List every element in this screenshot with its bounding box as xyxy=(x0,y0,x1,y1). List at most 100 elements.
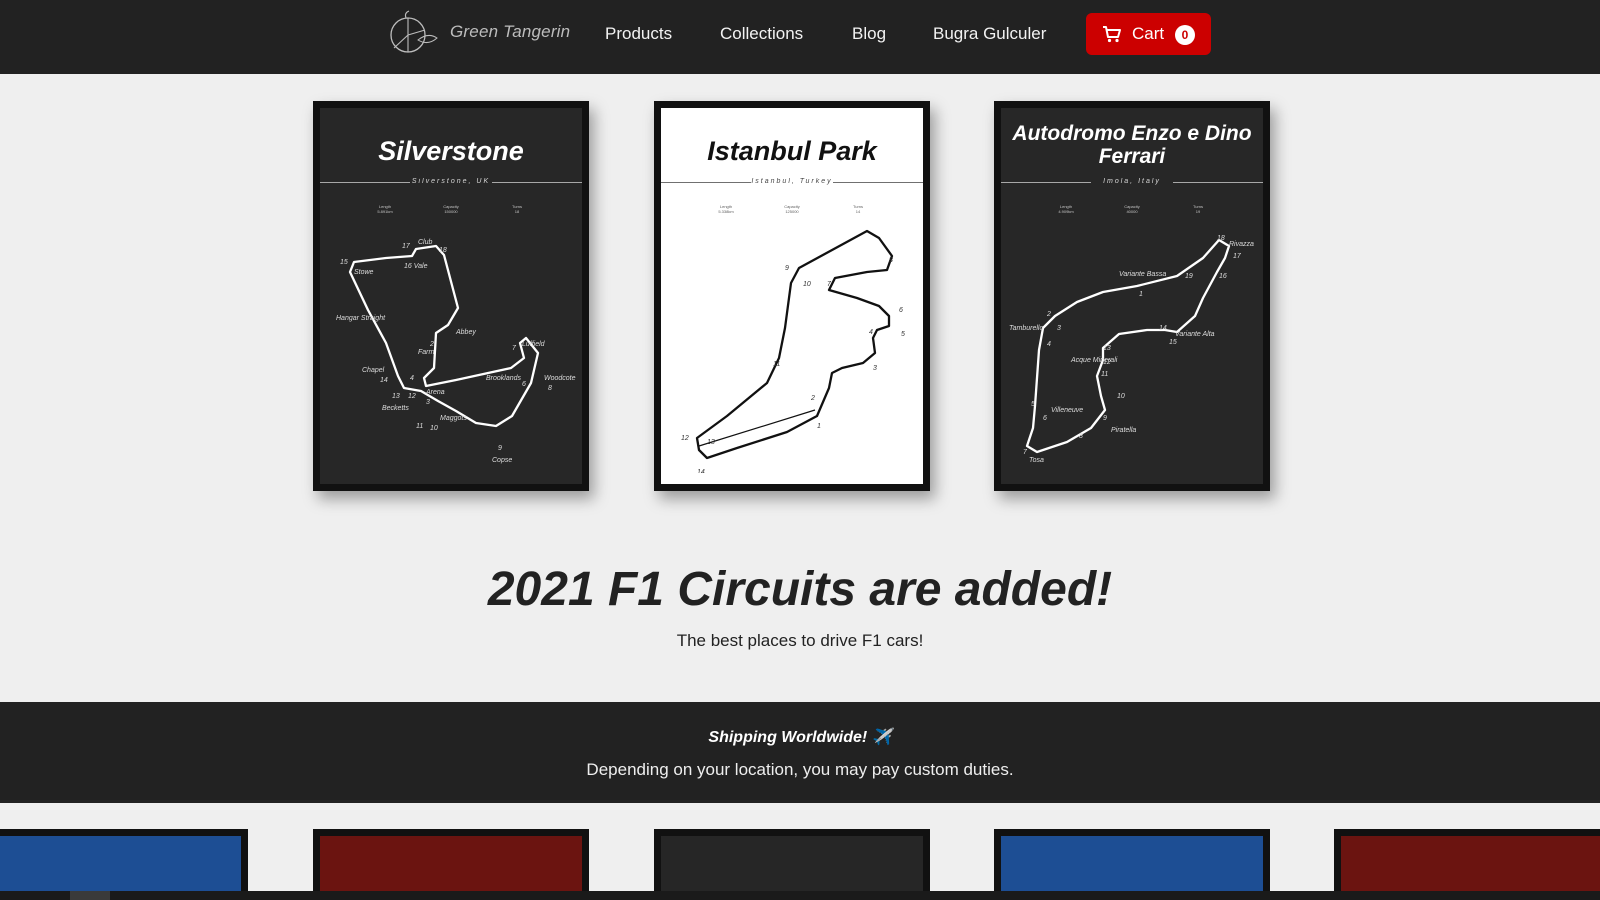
shipping-title: Shipping Worldwide! ✈️ xyxy=(708,729,892,746)
poster-imola[interactable]: Autodromo Enzo e Dino Ferrari Imola, Ita… xyxy=(994,101,1270,491)
track-label: 2 xyxy=(1046,311,1051,318)
track-label: 6 xyxy=(522,381,526,388)
product-frame[interactable] xyxy=(0,829,248,900)
poster-location: Imola, Italy xyxy=(1103,178,1161,185)
track-label: Maggots xyxy=(440,415,467,422)
track-label: 4 xyxy=(410,375,414,382)
product-frame[interactable] xyxy=(654,829,930,900)
track-label: 9 xyxy=(498,445,502,452)
track-label: 12 xyxy=(681,435,689,442)
track-label: Tamburello xyxy=(1009,325,1043,332)
poster-title: Istanbul Park xyxy=(707,136,877,166)
track-label: Becketts xyxy=(382,405,409,412)
nav-products[interactable]: Products xyxy=(605,24,672,44)
taskbar-item[interactable] xyxy=(70,891,110,900)
stat-value: 40000 xyxy=(1126,209,1138,214)
track-label: 2 xyxy=(429,341,434,348)
stat-value: 5.891km xyxy=(377,209,393,214)
cart-button[interactable]: Cart 0 xyxy=(1086,13,1211,55)
poster-stats: Length 5.891km Capacity 150000 Turns 18 xyxy=(360,204,542,214)
istanbul-track-map: 8 9 10 7 6 4 5 3 11 2 1 12 13 14 xyxy=(681,229,905,473)
nav-collections[interactable]: Collections xyxy=(720,24,803,44)
nav-account[interactable]: Bugra Gulculer xyxy=(933,24,1046,44)
track-label: 17 xyxy=(402,243,411,250)
poster-inner: Silverstone Silverstone, UK Length 5.891k… xyxy=(320,108,582,484)
poster-inner: Istanbul Park Istanbul, Turkey Length 5.3… xyxy=(661,108,923,484)
track-label: 1 xyxy=(1139,291,1143,298)
track-label: Rivazza xyxy=(1229,241,1254,248)
track-label: 15 xyxy=(340,259,348,266)
poster-stats: Length 5.338km Capacity 125000 Turns 14 xyxy=(701,204,883,214)
track-label: 10 xyxy=(803,281,811,288)
track-label: 13 xyxy=(707,439,715,446)
hero-subtitle: The best places to drive F1 cars! xyxy=(676,631,924,650)
track-label: 12 xyxy=(408,393,416,400)
poster-location: Istanbul, Turkey xyxy=(751,178,833,185)
imola-track-map: 18 Rivazza 17 16 Variante Bassa 19 1 2 T… xyxy=(1009,235,1254,464)
stat-value: 4.909km xyxy=(1058,209,1074,214)
silverstone-track-map: 17 Club 18 15 Stowe 16 Vale Hangar Strai… xyxy=(336,239,576,464)
product-frame[interactable] xyxy=(313,829,589,900)
track-label: Woodcote xyxy=(544,375,576,382)
stat-value: 125000 xyxy=(785,209,799,214)
product-frame[interactable] xyxy=(1334,829,1600,900)
track-label: Variante Bassa xyxy=(1119,271,1166,278)
poster-inner: Autodromo Enzo e Dino Ferrari Imola, Ita… xyxy=(1001,108,1263,484)
track-label: Villeneuve xyxy=(1051,407,1083,414)
track-label: 11 xyxy=(773,361,780,368)
track-label: Club xyxy=(418,239,433,246)
poster-stats: Length 4.909km Capacity 40000 Turns 19 xyxy=(1041,204,1223,214)
track-label: Copse xyxy=(492,457,512,464)
track-label: 6 xyxy=(899,307,903,314)
track-label: 3 xyxy=(873,365,877,372)
track-label: 5 xyxy=(1031,401,1035,408)
track-label: 6 xyxy=(1043,415,1047,422)
track-label: 10 xyxy=(1117,393,1125,400)
stat-value: 150000 xyxy=(444,209,458,214)
track-label: 4 xyxy=(1047,341,1051,348)
cart-count-badge: 0 xyxy=(1175,25,1195,45)
track-label: Stowe xyxy=(354,269,374,276)
track-label: 19 xyxy=(1185,273,1193,280)
track-label: Abbey xyxy=(455,329,476,336)
track-label: Hangar Straight xyxy=(336,315,386,322)
track-label: 17 xyxy=(1233,253,1242,260)
logo-link[interactable]: Green Tangerin xyxy=(382,10,570,54)
track-label: 18 xyxy=(439,247,447,254)
track-label: Farm xyxy=(418,349,435,356)
logo-text: Green Tangerin xyxy=(450,22,571,41)
track-label: 2 xyxy=(810,395,815,402)
product-frame[interactable] xyxy=(994,829,1270,900)
poster-silverstone[interactable]: Silverstone Silverstone, UK Length 5.891k… xyxy=(313,101,589,491)
stat-value: 19 xyxy=(1195,209,1201,214)
cart-icon xyxy=(1103,26,1121,43)
track-label: Piratella xyxy=(1111,427,1136,434)
nav-blog[interactable]: Blog xyxy=(852,24,886,44)
poster-istanbul-park[interactable]: Istanbul Park Istanbul, Turkey Length 5.3… xyxy=(654,101,930,491)
track-label: 7 xyxy=(1023,449,1028,456)
poster-title: Autodromo Enzo e Dino Ferrari xyxy=(1012,122,1252,169)
track-label: 14 xyxy=(697,469,705,473)
track-label: 7 xyxy=(512,345,517,352)
track-label: 12 xyxy=(1103,359,1111,366)
track-label: 15 xyxy=(1169,339,1177,346)
track-label: 16 Vale xyxy=(404,263,428,270)
track-label: 8 xyxy=(548,385,552,392)
taskbar xyxy=(0,891,1600,900)
track-label: Arena xyxy=(425,389,445,396)
track-label: 3 xyxy=(1057,325,1061,332)
stat-value: 14 xyxy=(855,209,861,214)
poster-title: Silverstone xyxy=(378,136,524,166)
poster-location: Silverstone, UK xyxy=(411,178,491,185)
stat-value: 5.338km xyxy=(718,209,734,214)
track-label: 14 xyxy=(1159,325,1167,332)
track-label: 9 xyxy=(785,265,789,272)
track-label: 16 xyxy=(1219,273,1227,280)
track-label: 1 xyxy=(817,423,821,430)
track-label: 13 xyxy=(1103,345,1111,352)
track-label: 3 xyxy=(426,399,430,406)
track-label: 8 xyxy=(1079,433,1083,440)
track-label: 13 xyxy=(392,393,400,400)
track-label: 4 xyxy=(869,329,873,336)
track-label: Chapel xyxy=(362,367,385,374)
